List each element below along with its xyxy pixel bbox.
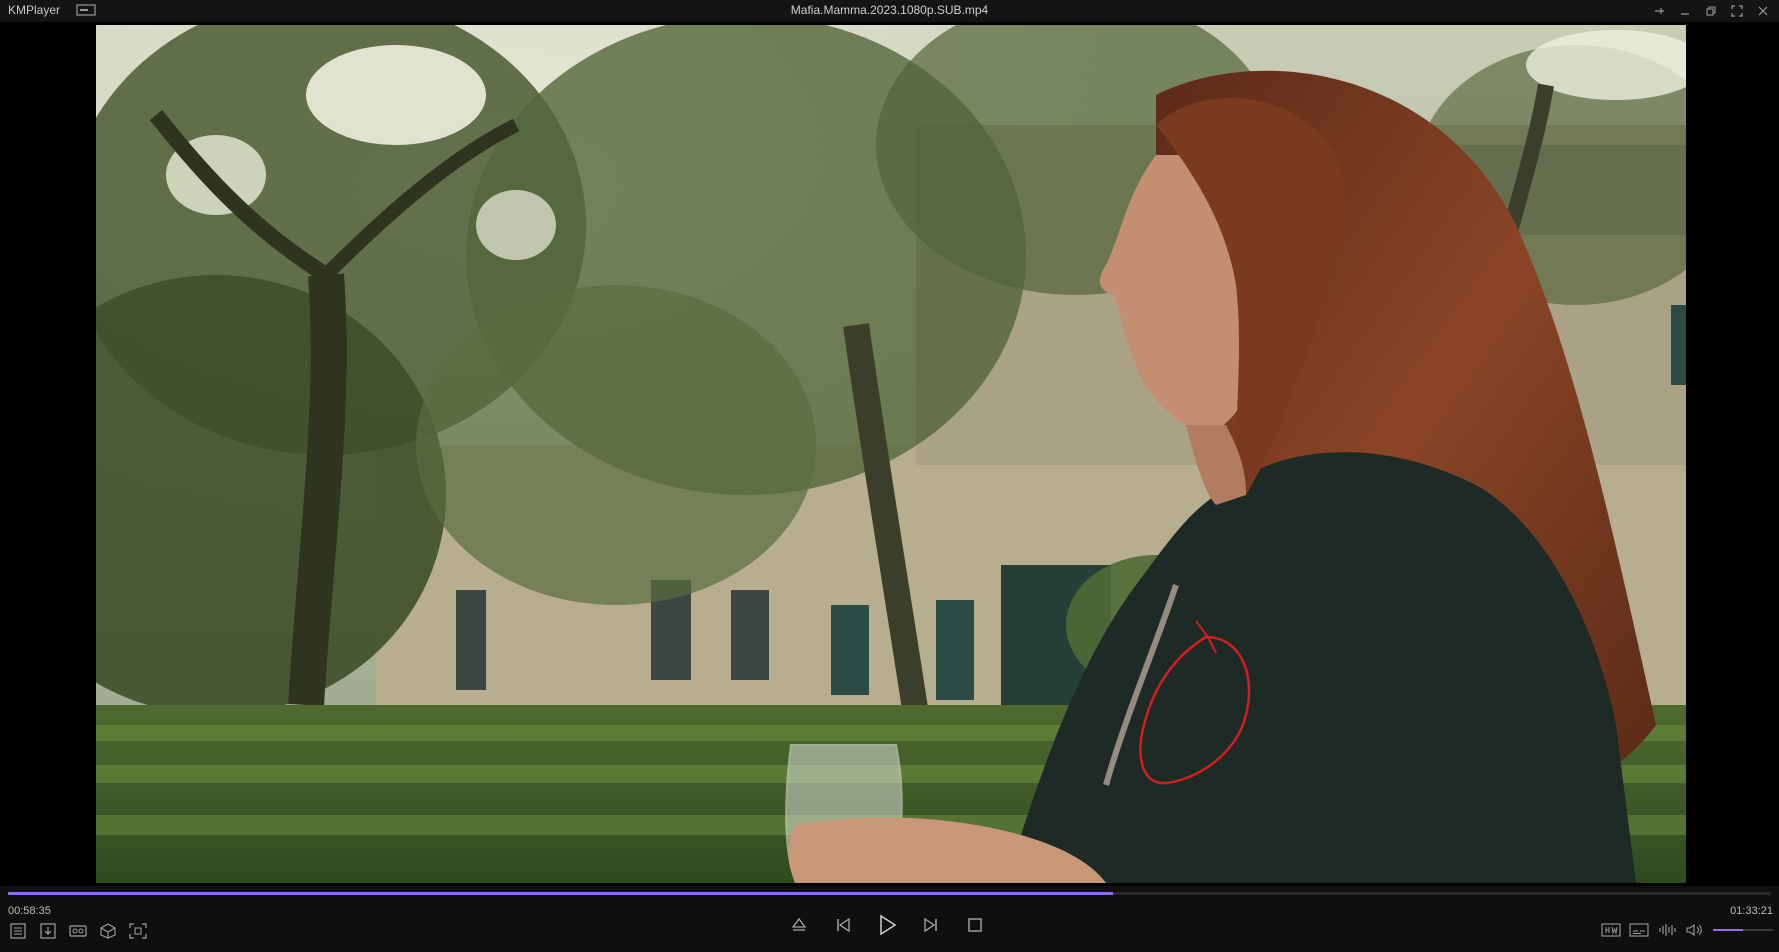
volume-icon[interactable] (1685, 922, 1705, 938)
3d-icon[interactable] (98, 922, 118, 940)
fullscreen-icon[interactable] (1727, 2, 1747, 20)
right-toolbar (1601, 922, 1773, 938)
minimize-icon[interactable] (1675, 2, 1695, 20)
playback-controls (786, 912, 988, 938)
total-time: 01:33:21 (1730, 905, 1773, 917)
stop-icon[interactable] (962, 912, 988, 938)
control-panel: 00:58:35 01:33:21 (0, 886, 1779, 952)
seek-bar[interactable] (8, 892, 1771, 895)
seek-progress (8, 892, 1114, 895)
equalizer-icon[interactable] (1657, 922, 1677, 938)
pin-icon[interactable] (1649, 2, 1669, 20)
playlist-icon[interactable] (8, 922, 28, 940)
video-still-image (96, 25, 1686, 883)
title-bar: KMPlayer Mafia.Mamma.2023.1080p.SUB.mp4 (0, 0, 1779, 22)
video-frame[interactable] (96, 25, 1686, 883)
close-icon[interactable] (1753, 2, 1773, 20)
restore-icon[interactable] (1701, 2, 1721, 20)
left-toolbar (8, 922, 148, 940)
video-area[interactable] (0, 22, 1779, 886)
window-title: Mafia.Mamma.2023.1080p.SUB.mp4 (790, 3, 989, 17)
open-file-icon[interactable] (38, 922, 58, 940)
subtitle-icon[interactable] (1629, 922, 1649, 938)
hw-decode-icon[interactable] (1601, 922, 1621, 938)
window-controls (1649, 2, 1773, 20)
volume-slider[interactable] (1713, 929, 1773, 931)
next-icon[interactable] (918, 912, 944, 938)
eject-icon[interactable] (786, 912, 812, 938)
current-time: 00:58:35 (8, 905, 51, 917)
capture-icon[interactable] (128, 922, 148, 940)
play-icon[interactable] (874, 912, 900, 938)
volume-level (1713, 929, 1743, 931)
previous-icon[interactable] (830, 912, 856, 938)
vr-icon[interactable] (68, 922, 88, 940)
